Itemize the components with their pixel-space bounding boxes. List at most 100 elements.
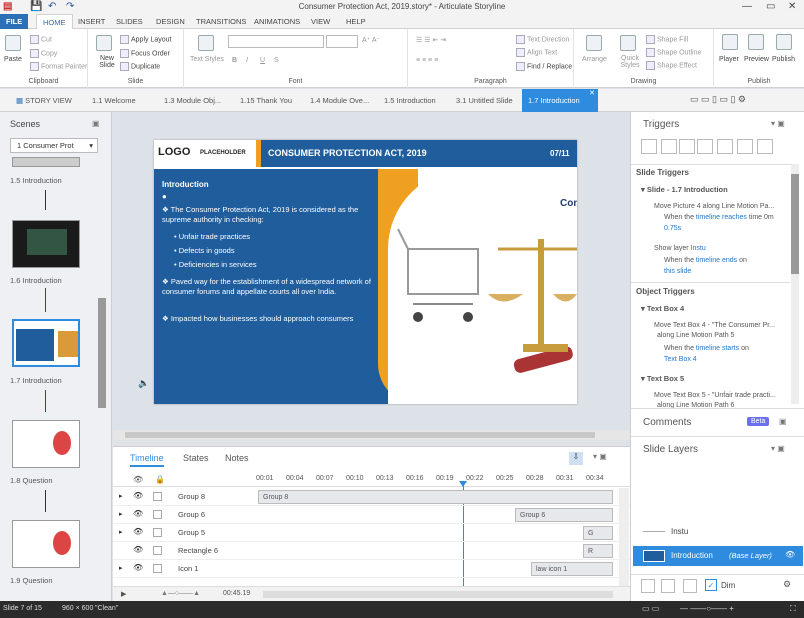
tab-notes[interactable]: Notes — [225, 453, 249, 463]
timeline-hscrollbar[interactable] — [263, 591, 613, 598]
eye-icon[interactable]: 👁 — [133, 527, 143, 536]
move-up-icon[interactable] — [737, 139, 753, 154]
player-icon[interactable] — [722, 34, 738, 50]
comments-title[interactable]: Comments — [643, 417, 691, 428]
panel-pin-icons[interactable]: ▾ ▣ — [771, 444, 785, 453]
copy-button[interactable]: Copy — [30, 49, 57, 58]
quick-styles-button[interactable]: Quick Styles — [617, 55, 643, 69]
bullets-button[interactable]: ☰ ☰ ⇤ ⇥ — [416, 36, 446, 44]
textbox4-group[interactable]: ▾ Text Box 4 — [641, 304, 684, 313]
new-slide-icon[interactable] — [96, 35, 112, 51]
text-direction-button[interactable]: Text Direction — [516, 35, 569, 44]
shape-fill-button[interactable]: Shape Fill — [646, 35, 688, 44]
tab-module-obj[interactable]: 1.3 Module Obj... — [158, 89, 227, 112]
format-painter-button[interactable]: Format Painter — [30, 62, 87, 71]
lock-checkbox[interactable] — [153, 492, 162, 501]
align-text-button[interactable]: Align Text — [516, 48, 557, 57]
menu-home[interactable]: HOME — [36, 14, 73, 29]
panel-restore-icon[interactable]: ▣ — [779, 417, 787, 426]
preview-icon[interactable] — [748, 34, 764, 50]
timeline-row[interactable]: ▸ 👁 Group 6 Group 6 — [113, 506, 630, 524]
eye-icon[interactable]: 👁 — [133, 475, 143, 484]
font-size-select[interactable] — [326, 35, 358, 48]
tab-timeline[interactable]: Timeline — [130, 453, 164, 467]
arrange-button[interactable]: Arrange — [582, 56, 607, 63]
playhead-marker[interactable] — [459, 481, 467, 487]
speaker-icon[interactable]: 🔈 — [138, 378, 149, 389]
trigger-4[interactable]: Move Text Box 5 - "Unfair trade practi..… — [654, 391, 776, 401]
menu-view[interactable]: VIEW — [305, 14, 336, 29]
timeline-bar[interactable]: law icon 1 — [531, 562, 613, 576]
tab-close-icon[interactable]: ✕ — [589, 82, 595, 105]
paste-button[interactable]: Paste — [4, 56, 22, 63]
tab-welcome[interactable]: 1.1 Welcome — [86, 89, 142, 112]
player-button[interactable]: Player — [719, 56, 739, 63]
text-styles-icon[interactable] — [198, 35, 214, 51]
lock-checkbox[interactable] — [153, 546, 162, 555]
expand-icon[interactable]: ▸ — [119, 528, 123, 536]
shape-effect-button[interactable]: Shape Effect — [646, 61, 697, 70]
eye-icon[interactable]: 👁 — [133, 491, 143, 500]
thumb-partial[interactable] — [12, 157, 80, 167]
slide-thumb-16[interactable] — [12, 220, 80, 268]
gear-icon[interactable]: ⚙ — [783, 579, 791, 590]
tab-thank-you[interactable]: 1.15 Thank You — [234, 89, 298, 112]
panel-pin-icons[interactable]: ▾ ▣ — [771, 119, 785, 128]
strikethrough-button[interactable]: S — [274, 57, 279, 64]
expand-icon[interactable]: ▸ — [119, 510, 123, 518]
cut-button[interactable]: Cut — [30, 35, 52, 44]
timeline-row[interactable]: ▸ 👁 Group 5 G — [113, 524, 630, 542]
timeline-bar[interactable]: R — [583, 544, 613, 558]
tab-module-ove[interactable]: 1.4 Module Ove... — [304, 89, 375, 112]
timeline-bar[interactable]: Group 8 — [258, 490, 613, 504]
menu-file[interactable]: FILE — [0, 14, 28, 29]
shape-outline-button[interactable]: Shape Outline — [646, 48, 701, 57]
timeline-row[interactable]: ▸ 👁 Icon 1 law icon 1 — [113, 560, 630, 578]
timeline-vscrollbar[interactable] — [619, 488, 629, 586]
layer-row-base[interactable]: Introduction (Base Layer) 👁 — [633, 546, 803, 566]
dim-checkbox[interactable]: ✓ — [705, 579, 717, 591]
expand-icon[interactable]: ▸ — [119, 564, 123, 572]
timeline-menu-icon[interactable]: ▾ ▣ — [593, 452, 607, 461]
preview-button[interactable]: Preview — [744, 56, 769, 63]
view-toggle-icons[interactable]: ▭ ▭ — [642, 604, 659, 613]
align-buttons[interactable]: ≡ ≡ ≡ ≡ — [416, 57, 438, 64]
find-replace-button[interactable]: Find / Replace — [516, 62, 572, 71]
lock-checkbox[interactable] — [153, 564, 162, 573]
trigger-2[interactable]: Show layer Instu — [654, 244, 706, 254]
play-icon[interactable]: ▶ — [121, 590, 126, 598]
slide-thumb-19[interactable] — [12, 520, 80, 568]
lock-icon[interactable]: 🔒 — [155, 475, 165, 484]
tab-story-view[interactable]: ▦ STORY VIEW — [10, 89, 78, 112]
lock-checkbox[interactable] — [153, 528, 162, 537]
tab-introduction-17[interactable]: 1.7 Introduction ✕ — [522, 89, 598, 112]
text-styles-button[interactable]: Text Styles — [190, 56, 224, 63]
tab-untitled-slide[interactable]: 3.1 Untitled Slide — [450, 89, 519, 112]
new-layer-icon[interactable] — [641, 579, 655, 593]
timeline-bar[interactable]: G — [583, 526, 613, 540]
device-view-icons[interactable]: ▭ ▭ ▯ ▭ ▯ ⚙ — [690, 94, 746, 105]
menu-insert[interactable]: INSERT — [72, 14, 111, 29]
zoom-slider[interactable]: — ——○—— + — [680, 604, 734, 613]
slide-trigger-group[interactable]: ▾ Slide - 1.7 Introduction — [641, 185, 728, 194]
menu-animations[interactable]: ANIMATIONS — [248, 14, 306, 29]
edit-trigger-icon[interactable] — [661, 139, 677, 154]
scene-dropdown[interactable]: 1 Consumer Prot ▾ — [10, 138, 98, 153]
triggers-scrollbar[interactable] — [791, 164, 799, 404]
focus-order-button[interactable]: Focus Order — [120, 49, 170, 58]
minimize-icon[interactable]: — — [742, 1, 752, 12]
grow-font-button[interactable]: A⁺ A⁻ — [362, 36, 380, 44]
expand-icon[interactable]: ▸ — [119, 492, 123, 500]
paste-trigger-icon[interactable] — [697, 139, 713, 154]
fit-window-icon[interactable]: ⛶ — [790, 604, 796, 614]
scenes-scrollbar[interactable] — [98, 298, 106, 408]
underline-button[interactable]: U — [260, 57, 265, 64]
apply-layout-button[interactable]: Apply Layout — [120, 35, 171, 44]
slide-thumb-17[interactable] — [12, 319, 80, 367]
move-down-icon[interactable] — [757, 139, 773, 154]
italic-button[interactable]: I — [246, 57, 248, 64]
new-slide-button[interactable]: New Slide — [92, 55, 122, 69]
paste-icon[interactable] — [5, 35, 21, 51]
menu-design[interactable]: DESIGN — [150, 14, 191, 29]
canvas-hscrollbar[interactable] — [113, 430, 630, 440]
